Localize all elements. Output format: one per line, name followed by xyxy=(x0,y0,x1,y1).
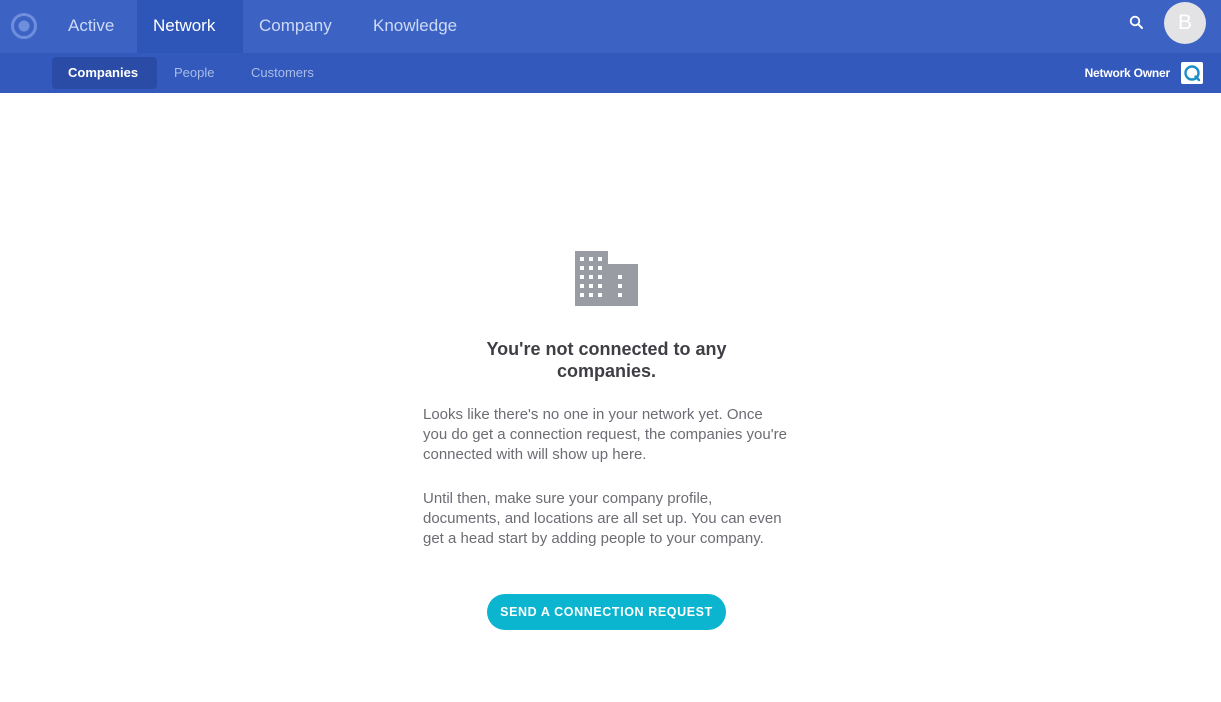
tab-active[interactable]: Active xyxy=(52,0,130,53)
sub-nav-bar: Companies People Customers xyxy=(0,53,1221,93)
user-avatar[interactable]: B xyxy=(1164,2,1206,44)
subtab-people[interactable]: People xyxy=(158,57,230,89)
empty-state-title: You're not connected to any companies. xyxy=(486,339,727,381)
tab-company[interactable]: Company xyxy=(243,0,348,53)
subtab-customers[interactable]: Customers xyxy=(235,57,330,89)
search-icon[interactable] xyxy=(1128,14,1146,32)
network-role-icon[interactable] xyxy=(1181,62,1203,84)
empty-state-hint: Until then, make sure your company profi… xyxy=(423,490,782,547)
tab-knowledge[interactable]: Knowledge xyxy=(357,0,473,53)
subtab-companies[interactable]: Companies xyxy=(52,57,157,89)
network-role-label: Network Owner xyxy=(1084,66,1171,80)
empty-state-description: Looks like there's no one in your networ… xyxy=(423,406,787,463)
send-connection-request-button[interactable]: SEND A CONNECTION REQUEST xyxy=(487,594,726,630)
building-icon xyxy=(575,251,638,306)
top-nav-bar: Active Network Company Knowledge B xyxy=(0,0,1221,53)
tab-network[interactable]: Network xyxy=(137,0,243,53)
app-logo-icon[interactable] xyxy=(11,13,37,39)
